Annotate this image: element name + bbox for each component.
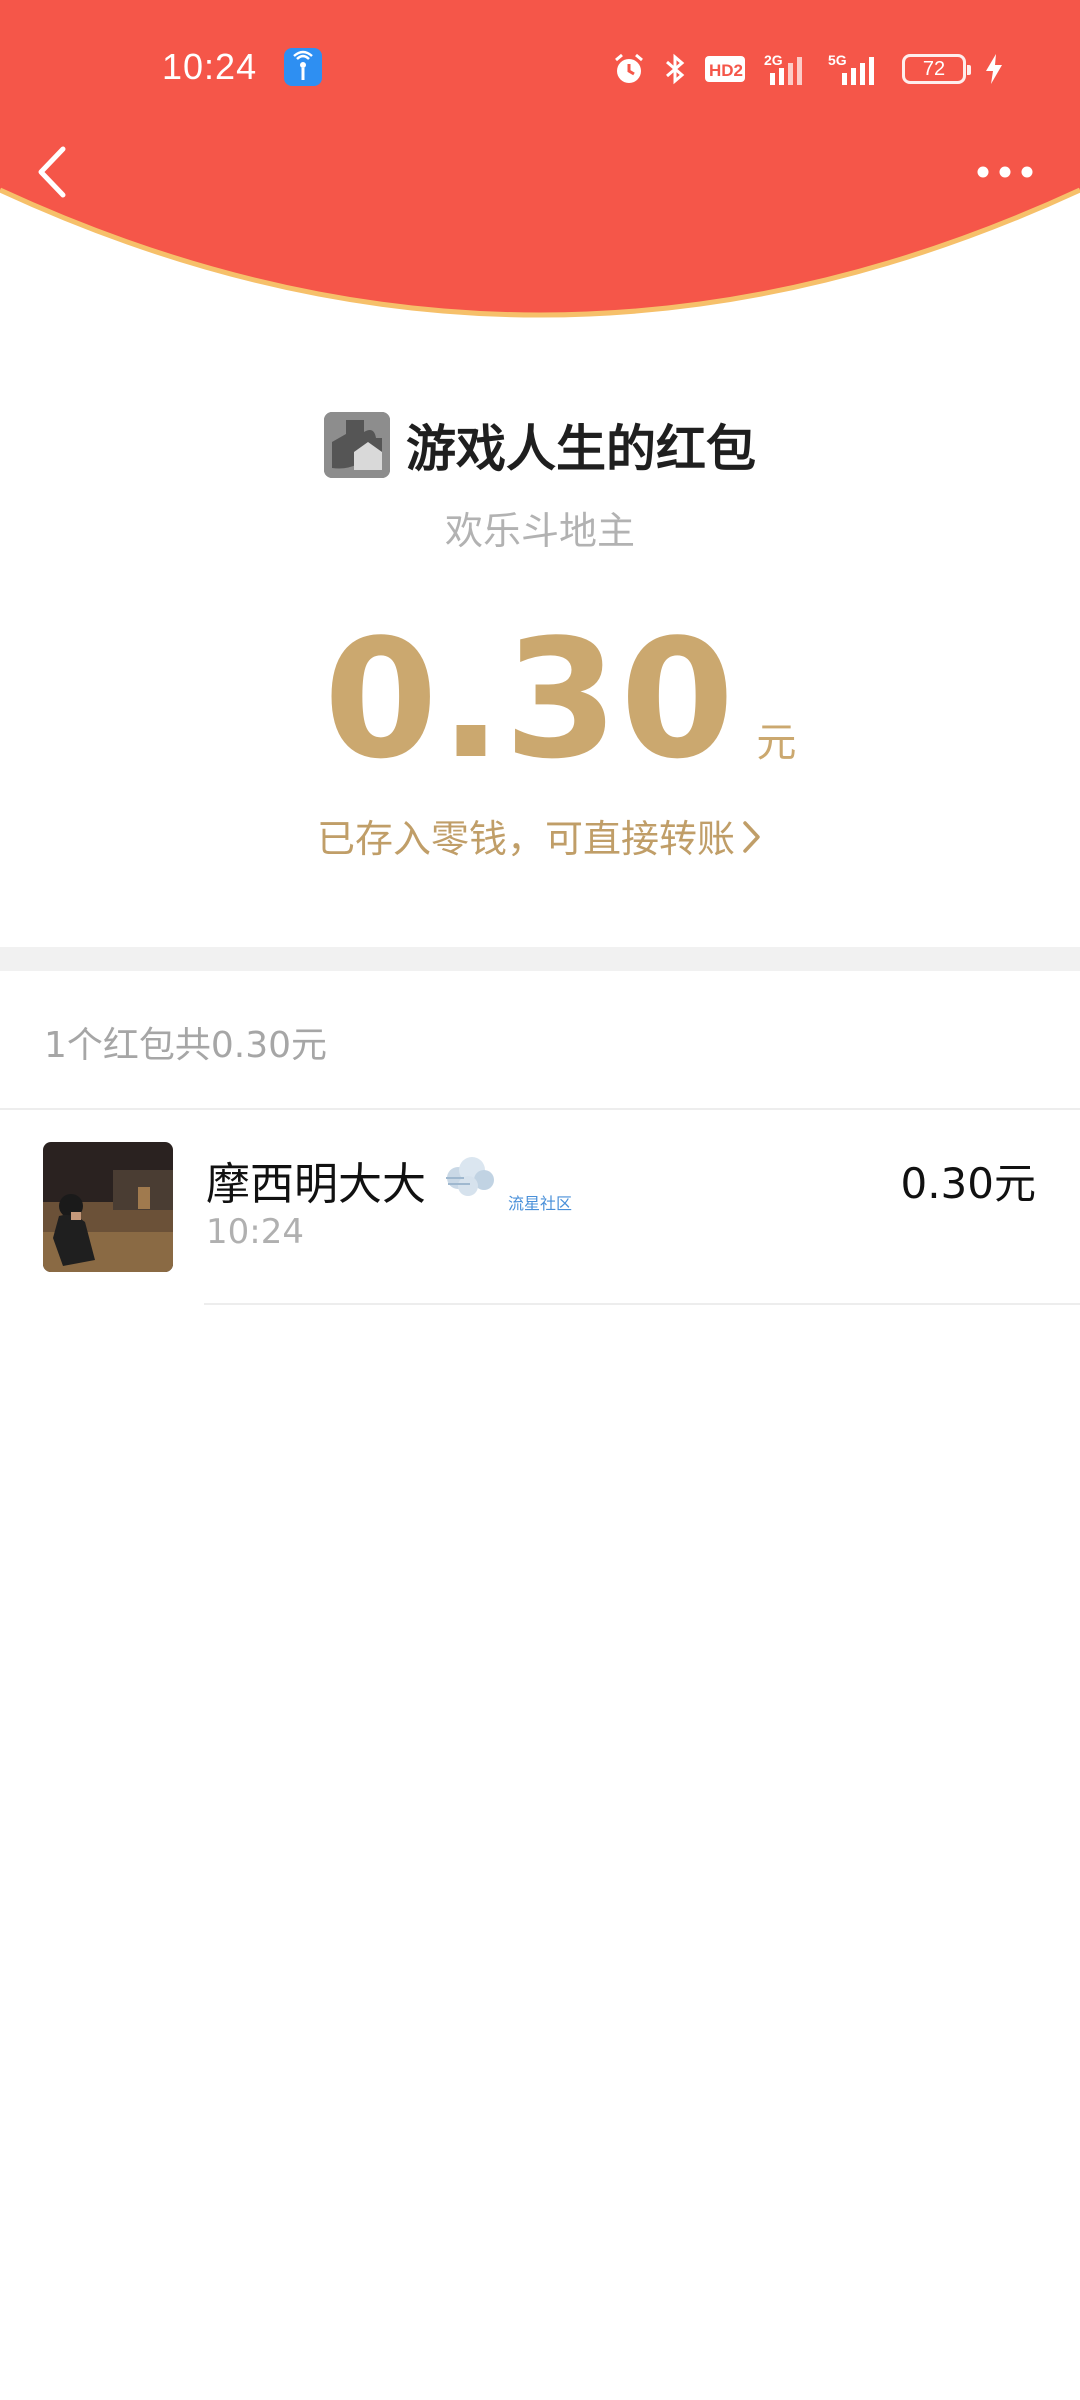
back-button[interactable] bbox=[22, 140, 82, 204]
record-amount: 0.30元 bbox=[900, 1159, 1036, 1208]
hd-icon: HD2 bbox=[704, 55, 746, 83]
net2-label: 5G bbox=[828, 52, 847, 68]
packet-summary: 1个红包共0.30元 bbox=[44, 1025, 328, 1066]
amount-value: 0.30 bbox=[323, 604, 737, 795]
alarm-icon bbox=[612, 52, 646, 86]
chevron-right-icon bbox=[743, 820, 760, 853]
chevron-left-icon bbox=[38, 146, 66, 198]
wallet-link-text: 已存入零钱，可直接转账 bbox=[316, 817, 735, 861]
status-icons: HD2 2G 5G 72 bbox=[612, 44, 1004, 94]
battery-level: 72 bbox=[922, 57, 946, 80]
record-time: 10:24 bbox=[206, 1212, 304, 1252]
avatar[interactable] bbox=[43, 1142, 173, 1272]
list-item[interactable]: 摩西明大大 流星社区 10:24 0.30元 bbox=[0, 1110, 1080, 1305]
cloud-badge-icon bbox=[440, 1148, 580, 1228]
badge-label: 流星社区 bbox=[508, 1196, 573, 1213]
app-notification-icon bbox=[284, 48, 322, 86]
status-time: 10:24 bbox=[162, 46, 258, 87]
net1-label: 2G bbox=[764, 52, 783, 68]
sender-name: 摩西明大大 bbox=[206, 1159, 426, 1210]
red-header: 10:24 HD2 2G 5G 72 bbox=[0, 0, 1080, 330]
signal-5g-icon: 5G bbox=[828, 51, 884, 87]
section-divider bbox=[0, 947, 1080, 971]
amount-display: 0.30 元 bbox=[0, 610, 1080, 790]
hd-label: HD2 bbox=[709, 61, 743, 80]
signal-2g-icon: 2G bbox=[764, 51, 810, 87]
game-icon bbox=[324, 412, 390, 478]
battery-icon: 72 bbox=[902, 54, 971, 84]
status-bar: 10:24 HD2 2G 5G 72 bbox=[0, 40, 1080, 96]
packet-title-row: 游戏人生的红包 bbox=[0, 405, 1080, 485]
charging-icon bbox=[984, 53, 1004, 85]
bluetooth-icon bbox=[664, 52, 686, 86]
more-button[interactable] bbox=[972, 150, 1038, 194]
amount-unit: 元 bbox=[756, 720, 797, 766]
wallet-transfer-link[interactable]: 已存入零钱，可直接转账 bbox=[0, 808, 1080, 863]
packet-title: 游戏人生的红包 bbox=[406, 420, 756, 478]
more-dots-icon bbox=[977, 166, 1033, 178]
row-divider bbox=[204, 1303, 1080, 1305]
packet-subtitle: 欢乐斗地主 bbox=[444, 509, 635, 553]
